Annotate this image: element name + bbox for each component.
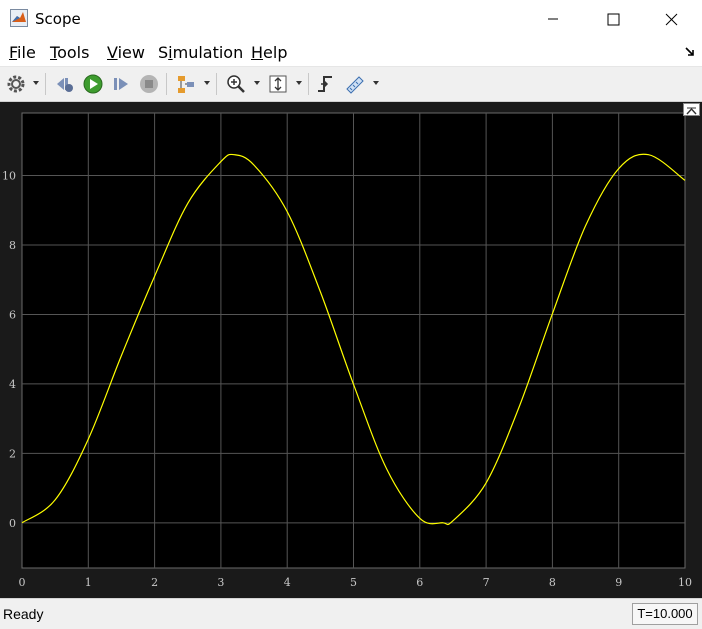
zoom-dropdown-icon[interactable] <box>254 81 260 85</box>
measurements-dropdown-icon[interactable] <box>373 81 379 85</box>
x-tick-label: 2 <box>151 576 158 589</box>
triggers-button[interactable] <box>314 72 338 96</box>
undock-axes-button[interactable] <box>683 103 700 116</box>
zoom-in-icon <box>227 75 245 93</box>
undock-icon <box>686 107 697 115</box>
maximize-button[interactable] <box>590 0 636 38</box>
x-tick-label: 4 <box>284 576 291 589</box>
x-tick-label: 3 <box>217 576 224 589</box>
toolbar-separator <box>166 73 167 95</box>
close-icon <box>665 13 677 25</box>
dock-arrow-icon[interactable] <box>684 46 696 58</box>
stop-icon <box>140 75 158 93</box>
x-tick-label: 7 <box>483 576 490 589</box>
cursor-measurements-icon <box>346 76 364 94</box>
step-back-icon <box>57 78 73 92</box>
scope-plot[interactable]: 0 1 2 3 4 5 6 7 8 9 10 0 2 4 6 8 10 <box>0 102 702 598</box>
y-tick-label: 4 <box>9 378 16 391</box>
window-title: Scope <box>35 10 81 28</box>
menu-help[interactable]: Help <box>251 43 287 62</box>
y-tick-label: 2 <box>9 447 16 460</box>
settings-dropdown-icon[interactable] <box>33 81 39 85</box>
run-icon <box>83 74 103 94</box>
cursor-measurements-button[interactable] <box>343 72 367 96</box>
y-tick-label: 10 <box>2 170 16 183</box>
minimize-icon <box>548 18 558 20</box>
matlab-logo-icon <box>10 9 28 27</box>
y-tick-label: 8 <box>9 239 16 252</box>
x-tick-label: 6 <box>416 576 423 589</box>
y-tick-label: 0 <box>9 517 16 530</box>
x-tick-label: 0 <box>19 576 26 589</box>
toolbar <box>0 67 702 102</box>
menu-tools[interactable]: Tools <box>50 43 89 62</box>
step-back-button[interactable] <box>53 72 77 96</box>
maximize-icon <box>607 13 619 25</box>
triggers-icon <box>318 76 332 92</box>
x-tick-label: 8 <box>549 576 556 589</box>
menu-view[interactable]: View <box>107 43 145 62</box>
x-tick-label: 1 <box>85 576 92 589</box>
run-button[interactable] <box>81 72 105 96</box>
title-bar: Scope <box>0 0 702 38</box>
x-tick-label: 9 <box>615 576 622 589</box>
minimize-button[interactable] <box>530 0 576 38</box>
simulation-time: T=10.000 <box>632 603 698 625</box>
signal-selector-icon <box>178 76 194 93</box>
menu-simulation[interactable]: Simulation <box>158 43 243 62</box>
step-forward-icon <box>114 78 128 90</box>
y-tick-label: 6 <box>9 308 16 321</box>
signal-selector-dropdown-icon[interactable] <box>204 81 210 85</box>
autoscale-icon <box>269 75 287 93</box>
autoscale-dropdown-icon[interactable] <box>296 81 302 85</box>
settings-button[interactable] <box>4 72 28 96</box>
settings-icon <box>7 75 25 93</box>
menu-bar: File Tools View Simulation Help <box>0 38 702 67</box>
status-bar: Ready T=10.000 <box>0 598 702 629</box>
menu-file[interactable]: File <box>9 43 36 62</box>
close-button[interactable] <box>648 0 694 38</box>
toolbar-separator <box>45 73 46 95</box>
step-forward-button[interactable] <box>109 72 133 96</box>
toolbar-separator <box>308 73 309 95</box>
x-tick-label: 10 <box>678 576 692 589</box>
x-tick-label: 5 <box>350 576 357 589</box>
signal-selector-button[interactable] <box>174 72 198 96</box>
toolbar-separator <box>216 73 217 95</box>
zoom-in-button[interactable] <box>224 72 248 96</box>
autoscale-button[interactable] <box>266 72 290 96</box>
stop-button[interactable] <box>137 72 161 96</box>
status-text: Ready <box>3 606 44 622</box>
